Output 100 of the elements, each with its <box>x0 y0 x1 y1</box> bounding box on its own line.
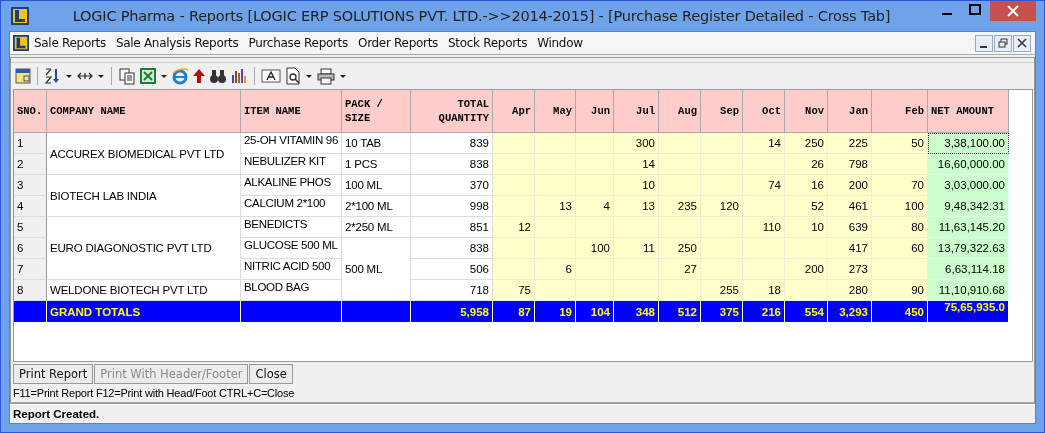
table-cell: 417 <box>828 238 872 259</box>
column-header[interactable]: Jan <box>828 90 872 133</box>
column-header[interactable]: Nov <box>785 90 828 133</box>
bar-chart-icon[interactable] <box>230 67 248 85</box>
column-header[interactable]: Jun <box>576 90 614 133</box>
table-cell: 50 <box>872 133 928 154</box>
column-header[interactable]: SNO. <box>14 90 47 133</box>
shortcut-hint: F11=Print Report F12=Print with Head/Foot CTRL+C=Close <box>11 384 1034 403</box>
total-cell <box>342 301 411 322</box>
total-cell: 5,958 <box>411 301 493 322</box>
table-cell: 13 <box>614 196 659 217</box>
menu-item[interactable]: Order Reports <box>353 36 444 50</box>
table-cell <box>493 238 535 259</box>
table-cell: 120 <box>701 196 743 217</box>
column-header[interactable]: May <box>535 90 576 133</box>
table-cell: 26 <box>785 154 828 175</box>
table-cell: 9,48,342.31 <box>928 196 1009 217</box>
table-cell: 461 <box>828 196 872 217</box>
table-cell: ACCUREX BIOMEDICAL PVT LTD <box>47 133 241 175</box>
row-number-cell: 3 <box>14 175 47 196</box>
sort-icon[interactable] <box>44 67 62 85</box>
column-header[interactable]: PACK / SIZE <box>342 90 411 133</box>
table-cell: 235 <box>659 196 701 217</box>
browser-icon[interactable] <box>171 67 189 85</box>
table-cell <box>785 280 828 301</box>
minimize-icon[interactable] <box>975 34 993 52</box>
spreadsheet-icon[interactable] <box>139 67 157 85</box>
table-cell: 11,63,145.20 <box>928 217 1009 238</box>
restore-icon[interactable] <box>994 34 1012 52</box>
table-cell: 14 <box>743 133 785 154</box>
table-cell: 70 <box>872 175 928 196</box>
column-header[interactable]: Feb <box>872 90 928 133</box>
table-cell: 639 <box>828 217 872 238</box>
table-cell: 110 <box>743 217 785 238</box>
printer-icon[interactable] <box>316 67 336 85</box>
table-cell: 100 <box>576 238 614 259</box>
table-cell: 12 <box>493 217 535 238</box>
table-cell: 255 <box>701 280 743 301</box>
font-icon[interactable] <box>261 67 281 85</box>
copy-icon[interactable] <box>118 67 136 85</box>
table-cell: 14 <box>614 154 659 175</box>
table-cell: BIOTECH LAB INDIA <box>47 175 241 217</box>
menu-item[interactable]: Stock Reports <box>443 36 533 50</box>
action-button[interactable]: Close <box>249 364 293 384</box>
status-bar: Report Created. <box>10 404 1035 423</box>
table-cell: 6 <box>535 259 576 280</box>
row-number-cell: 2 <box>14 154 47 175</box>
table-cell: 3,38,100.00 <box>928 133 1009 154</box>
menu-item[interactable]: Sale Analysis Reports <box>110 36 244 50</box>
table-cell: 90 <box>872 280 928 301</box>
column-header[interactable]: Jul <box>614 90 659 133</box>
column-header[interactable]: Apr <box>493 90 535 133</box>
column-header[interactable]: ITEM NAME <box>241 90 342 133</box>
table-cell: 27 <box>659 259 701 280</box>
table-cell: 13,79,322.63 <box>928 238 1009 259</box>
column-header[interactable]: Sep <box>701 90 743 133</box>
total-cell: 19 <box>535 301 576 322</box>
table-cell: 100 <box>872 196 928 217</box>
column-header[interactable]: COMPANY NAME <box>47 90 241 133</box>
total-cell: 75,65,935.0 <box>928 301 1009 322</box>
table-cell: 74 <box>743 175 785 196</box>
table-cell <box>493 259 535 280</box>
table-cell: 200 <box>785 259 828 280</box>
table-cell: 10 TAB <box>342 133 411 154</box>
total-cell: 3,293 <box>828 301 872 322</box>
table-cell <box>576 133 614 154</box>
table-cell <box>535 280 576 301</box>
binoculars-icon[interactable] <box>209 67 227 85</box>
column-header[interactable]: NET AMOUNT <box>928 90 1009 133</box>
table-cell <box>701 133 743 154</box>
table-cell: 13 <box>535 196 576 217</box>
menu-item[interactable]: Purchase Reports <box>243 36 353 50</box>
menu-item[interactable]: Window <box>532 36 588 50</box>
total-cell: 348 <box>614 301 659 322</box>
column-header[interactable]: Aug <box>659 90 701 133</box>
action-button[interactable]: Print Report <box>13 364 94 384</box>
table-cell: 18 <box>743 280 785 301</box>
table-cell: 250 <box>659 238 701 259</box>
print-preview-icon[interactable] <box>284 67 302 85</box>
row-number-cell: 8 <box>14 280 47 301</box>
form-icon[interactable] <box>15 68 31 84</box>
row-number-cell: 1 <box>14 133 47 154</box>
table-cell <box>493 133 535 154</box>
table-cell: WELDONE BIOTECH PVT LTD <box>47 280 241 301</box>
row-number-cell: 5 <box>14 217 47 238</box>
table-cell: 16,60,000.00 <box>928 154 1009 175</box>
table-cell: 100 ML <box>342 175 411 196</box>
table-cell: 273 <box>828 259 872 280</box>
total-cell: 87 <box>493 301 535 322</box>
column-header[interactable]: TOTAL QUANTITY <box>411 90 493 133</box>
up-arrow-icon[interactable] <box>192 67 206 85</box>
column-header[interactable]: Oct <box>743 90 785 133</box>
table-cell: 250 <box>785 133 828 154</box>
close-icon[interactable] <box>1013 34 1031 52</box>
menu-item[interactable]: Sale Reports <box>29 36 111 50</box>
app-logo-icon <box>13 35 29 51</box>
table-cell: 225 <box>828 133 872 154</box>
table-cell: 10 <box>785 217 828 238</box>
table-cell: 16 <box>785 175 828 196</box>
table-cell <box>614 280 659 301</box>
